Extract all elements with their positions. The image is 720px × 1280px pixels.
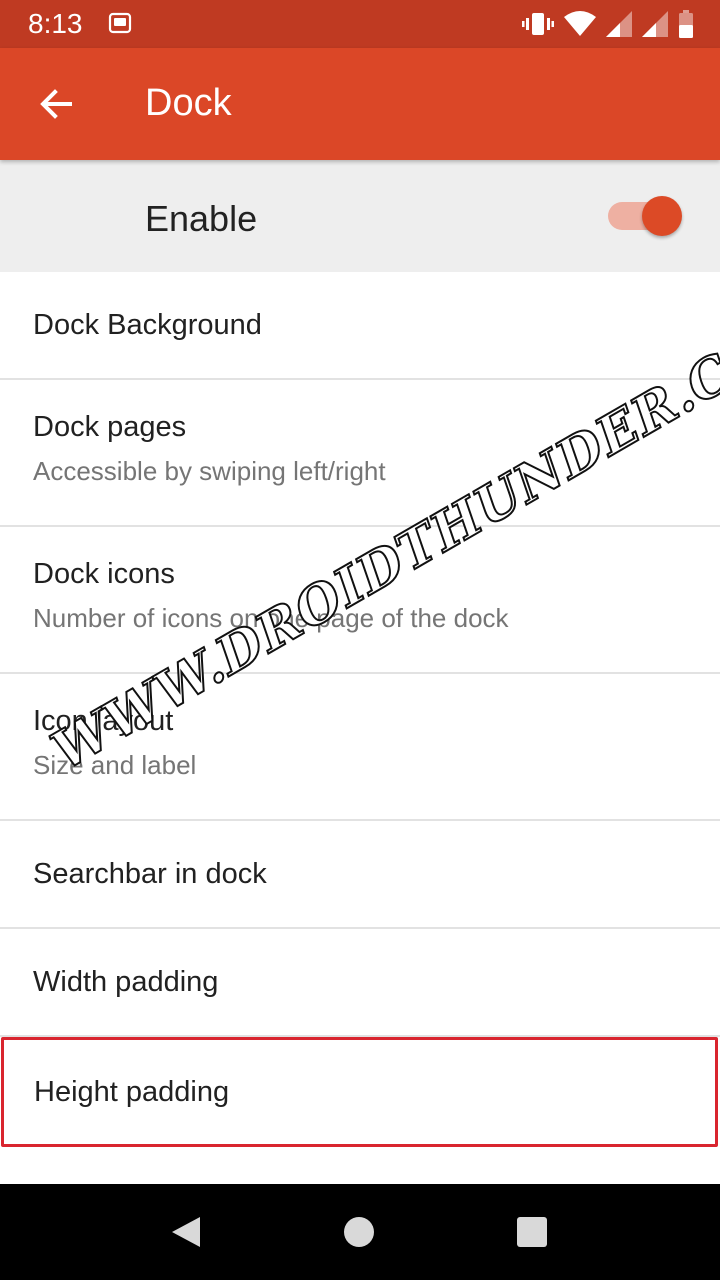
list-item-partial[interactable] <box>0 1147 720 1184</box>
wifi-icon <box>564 11 596 36</box>
item-title: Width padding <box>33 966 219 998</box>
list-item-icon-layout[interactable]: Icon layout Size and label <box>0 674 720 821</box>
list-item-dock-pages[interactable]: Dock pages Accessible by swiping left/ri… <box>0 380 720 527</box>
item-title: Dock Background <box>33 309 262 341</box>
list-item-searchbar-in-dock[interactable]: Searchbar in dock <box>0 821 720 929</box>
toggle-thumb <box>642 196 682 236</box>
enable-label: Enable <box>145 198 258 239</box>
signal-icon <box>606 11 632 37</box>
list-item-height-padding[interactable]: Height padding <box>1 1037 718 1147</box>
battery-icon <box>679 10 693 38</box>
vibrate-icon <box>522 13 554 35</box>
nav-recents-icon[interactable] <box>517 1217 547 1247</box>
item-title: Icon layout <box>33 705 174 737</box>
list-item-dock-background[interactable]: Dock Background <box>0 272 720 380</box>
item-title: Searchbar in dock <box>33 858 267 890</box>
screenshot-icon <box>108 12 132 34</box>
item-title: Dock pages <box>33 411 187 443</box>
arrow-back-icon[interactable] <box>36 84 76 124</box>
item-subtitle: Number of icons on one page of the dock <box>33 603 509 633</box>
item-title: Dock icons <box>33 558 175 590</box>
signal-icon-2 <box>642 11 668 37</box>
item-subtitle: Accessible by swiping left/right <box>33 456 386 486</box>
status-bar: 8:13 <box>0 0 720 48</box>
item-title: Height padding <box>34 1076 230 1108</box>
nav-home-icon[interactable] <box>344 1217 374 1247</box>
settings-list: Dock Background Dock pages Accessible by… <box>0 272 720 1184</box>
page-title: Dock <box>145 82 232 124</box>
list-item-width-padding[interactable]: Width padding <box>0 929 720 1037</box>
list-item-dock-icons[interactable]: Dock icons Number of icons on one page o… <box>0 527 720 674</box>
status-time: 8:13 <box>28 8 83 39</box>
item-subtitle: Size and label <box>33 750 197 780</box>
enable-toggle[interactable] <box>606 196 682 236</box>
nav-back-icon[interactable] <box>170 1215 202 1249</box>
app-bar: Dock <box>0 48 720 160</box>
navigation-bar <box>0 1184 720 1280</box>
